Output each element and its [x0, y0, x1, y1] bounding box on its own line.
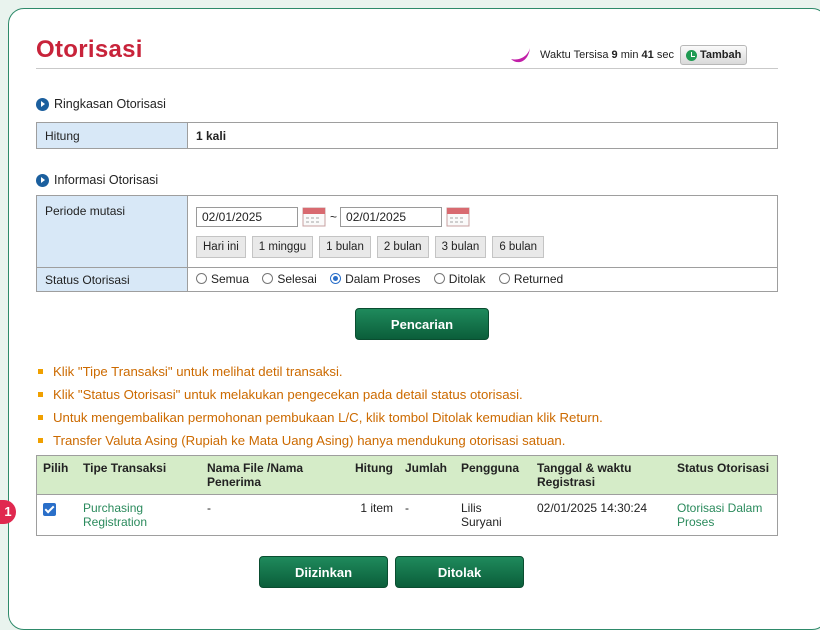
clock-icon: [685, 49, 697, 61]
note-bullet: [38, 438, 43, 443]
radio-circle: [433, 273, 445, 285]
note-text: Transfer Valuta Asing (Rupiah ke Mata Ua…: [53, 433, 566, 448]
session-timer: Waktu Tersisa 9 min 41 sec Tambah: [508, 44, 748, 66]
calendar-icon[interactable]: [445, 206, 471, 228]
timer-seconds: 41: [641, 49, 654, 61]
range-2month-button[interactable]: 2 bulan: [376, 235, 429, 258]
radio-label: Ditolak: [448, 271, 486, 286]
row-user: Lilis Suryani: [455, 494, 531, 536]
arrow-bullet-icon: [36, 97, 49, 111]
quick-range-group: Hari ini 1 minggu 1 bulan 2 bulan 3 bulan 6 b…: [196, 235, 769, 258]
status-radio-semua[interactable]: Semua: [196, 272, 249, 286]
header-status-otorisasi[interactable]: Status Otorisasi: [671, 455, 778, 495]
count-label: Hitung: [36, 122, 188, 149]
note-bullet: [38, 415, 43, 420]
timer-prefix: Waktu Tersisa: [540, 49, 609, 61]
note-item: Transfer Valuta Asing (Rupiah ke Mata Ua…: [38, 429, 798, 452]
note-text: Untuk mengembalikan permohonan pembukaan…: [53, 410, 603, 425]
note-item: Klik "Tipe Transaksi" untuk melihat deti…: [38, 360, 798, 383]
row-status-link[interactable]: Otorisasi Dalam Proses: [671, 494, 778, 536]
range-6month-button[interactable]: 6 bulan: [492, 235, 545, 258]
note-text: Klik "Status Otorisasi" untuk melakukan …: [53, 387, 523, 402]
range-1month-button[interactable]: 1 bulan: [319, 235, 371, 258]
radio-circle-selected: [330, 273, 342, 285]
page-title: Otorisasi: [36, 36, 143, 63]
reject-button[interactable]: Ditolak: [395, 556, 524, 588]
title-divider: [36, 68, 778, 69]
row-amount: -: [399, 494, 455, 536]
status-radio-dalam-proses[interactable]: Dalam Proses: [330, 272, 420, 286]
row-datetime: 02/01/2025 14:30:24: [531, 494, 671, 536]
table-row: Purchasing Registration - 1 item - Lilis…: [36, 494, 778, 536]
note-item: Klik "Status Otorisasi" untuk melakukan …: [38, 383, 798, 406]
status-radio-selesai[interactable]: Selesai: [262, 271, 317, 286]
note-bullet: [38, 392, 43, 397]
radio-circle: [196, 273, 207, 285]
notes-list: Klik "Tipe Transaksi" untuk melihat deti…: [38, 360, 798, 452]
note-bullet: [38, 369, 43, 374]
summary-table: Hitung 1 kali: [36, 122, 778, 149]
range-today-button[interactable]: Hari ini: [196, 235, 246, 258]
radio-label: Dalam Proses: [345, 271, 421, 286]
info-heading-text: Informasi Otorisasi: [54, 173, 159, 187]
info-table: Periode mutasi 02/01/2025 ~ 02/01/2025 H: [36, 195, 778, 292]
header-pengguna: Pengguna: [455, 455, 531, 495]
date-to-input[interactable]: 02/01/2025: [340, 206, 443, 227]
moon-icon: [511, 48, 530, 63]
status-radio-returned[interactable]: Returned: [498, 271, 564, 286]
calendar-icon[interactable]: [301, 206, 327, 228]
period-label: Periode mutasi: [36, 195, 188, 268]
search-button[interactable]: Pencarian: [355, 308, 489, 340]
header-hitung: Hitung: [339, 455, 399, 495]
radio-label: Selesai: [277, 271, 317, 286]
timer-min-label: min: [620, 49, 639, 61]
row-checkbox[interactable]: [43, 503, 56, 516]
summary-heading: Ringkasan Otorisasi: [36, 97, 166, 111]
row-count: 1 item: [339, 494, 399, 536]
authorization-table: Pilih Tipe Transaksi Nama File /Nama Pen…: [36, 455, 778, 536]
range-3month-button[interactable]: 3 bulan: [434, 235, 487, 258]
row-file-name: -: [201, 494, 339, 536]
header-pilih: Pilih: [36, 455, 77, 495]
note-text: Klik "Tipe Transaksi" untuk melihat deti…: [53, 364, 343, 379]
approve-button[interactable]: Diizinkan: [259, 556, 388, 588]
radio-label: Returned: [513, 271, 564, 286]
status-radio-group: Semua Selesai Dalam Proses Ditolak Retur…: [187, 267, 778, 292]
timer-sec-label: sec: [656, 49, 674, 61]
summary-heading-text: Ringkasan Otorisasi: [54, 97, 166, 111]
date-from-input[interactable]: 02/01/2025: [196, 206, 298, 227]
radio-label: Semua: [211, 271, 250, 286]
status-radio-ditolak[interactable]: Ditolak: [433, 271, 486, 286]
radio-circle: [498, 273, 510, 285]
date-separator: ~: [330, 209, 338, 224]
header-nama-file: Nama File /Nama Penerima: [201, 455, 339, 495]
radio-circle: [262, 273, 274, 285]
row-transaction-type-link[interactable]: Purchasing Registration: [77, 494, 201, 536]
note-item: Untuk mengembalikan permohonan pembukaan…: [38, 406, 798, 429]
table-header-row: Pilih Tipe Transaksi Nama File /Nama Pen…: [36, 455, 778, 495]
extend-label: Tambah: [699, 49, 742, 61]
header-tipe-transaksi[interactable]: Tipe Transaksi: [77, 455, 201, 495]
range-1week-button[interactable]: 1 minggu: [251, 235, 314, 258]
info-heading: Informasi Otorisasi: [36, 173, 158, 187]
timer-minutes: 9: [611, 49, 618, 61]
status-label: Status Otorisasi: [36, 267, 188, 292]
header-tanggal: Tanggal & waktu Registrasi: [531, 455, 671, 495]
arrow-bullet-icon: [36, 173, 49, 187]
row-select-cell: [36, 494, 77, 536]
count-value: 1 kali: [187, 122, 778, 149]
header-jumlah: Jumlah: [399, 455, 455, 495]
extend-session-button[interactable]: Tambah: [679, 45, 748, 65]
